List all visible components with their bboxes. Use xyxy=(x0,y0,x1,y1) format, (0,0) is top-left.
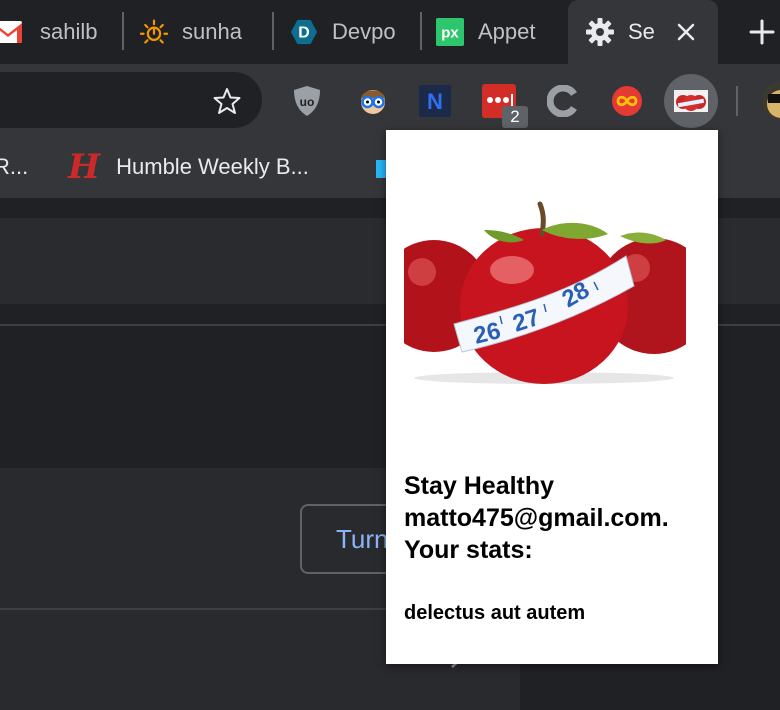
apple-extension-icon-active[interactable] xyxy=(664,74,718,128)
bookmark-item[interactable]: R... xyxy=(0,136,28,198)
tab-devpost[interactable]: D Devpo xyxy=(274,0,422,64)
bookmark-label: R... xyxy=(0,154,29,179)
c-extension-icon[interactable] xyxy=(546,84,580,118)
devpost-icon: D xyxy=(290,18,318,46)
address-bar[interactable] xyxy=(0,72,262,128)
infinity-icon[interactable] xyxy=(610,84,644,118)
apple-tape-image: 26 27 28 xyxy=(378,200,712,384)
extension-popup: 26 27 28 Stay Healthy matto475@gmail.com… xyxy=(378,130,718,664)
tab-sun[interactable]: sunha xyxy=(124,0,274,64)
pixabay-icon: px xyxy=(436,18,464,46)
toolbar-divider xyxy=(736,86,738,116)
tab-title: Se xyxy=(628,19,655,44)
tab-title: sahilb xyxy=(40,19,98,44)
close-tab-icon[interactable] xyxy=(674,20,698,44)
popup-stat-item: delectus aut autem xyxy=(404,602,586,624)
n-extension-icon[interactable]: N xyxy=(418,84,452,118)
toolbar: uo N 2 xyxy=(0,64,780,136)
popup-title: Stay Healthy xyxy=(404,472,555,500)
tab-title: Devpo xyxy=(332,19,396,44)
svg-text:N: N xyxy=(427,89,443,114)
bookmark-humble[interactable]: H Humble Weekly B... xyxy=(68,136,309,198)
tab-settings[interactable]: Se xyxy=(568,0,718,64)
nerd-glasses-icon[interactable] xyxy=(356,84,390,118)
svg-text:D: D xyxy=(298,25,309,42)
popup-heading: Stay Healthy matto475@gmail.com. Your st… xyxy=(404,470,669,566)
gmail-icon xyxy=(0,18,22,46)
profile-avatar[interactable] xyxy=(762,82,780,120)
sun-icon xyxy=(140,18,168,46)
extension-badge: 2 xyxy=(502,106,528,128)
star-icon[interactable] xyxy=(212,86,242,116)
svg-text:uo: uo xyxy=(300,95,315,109)
ublock-icon[interactable]: uo xyxy=(290,84,324,118)
tab-title: Appet xyxy=(478,19,536,44)
humble-icon: H xyxy=(68,147,101,187)
tab-gmail[interactable]: sahilb xyxy=(0,0,124,64)
tab-strip: sahilb sunha D Devpo px Appet Se xyxy=(0,0,780,64)
popup-stats-label: Your stats: xyxy=(404,536,533,564)
popup-email: matto475@gmail.com. xyxy=(404,504,669,532)
new-tab-icon[interactable] xyxy=(748,18,776,46)
bookmark-label: Humble Weekly B... xyxy=(116,154,309,179)
tab-title: sunha xyxy=(182,19,242,44)
svg-text:px: px xyxy=(441,25,459,42)
gear-icon xyxy=(586,18,614,46)
tab-pixabay[interactable]: px Appet xyxy=(422,0,568,64)
